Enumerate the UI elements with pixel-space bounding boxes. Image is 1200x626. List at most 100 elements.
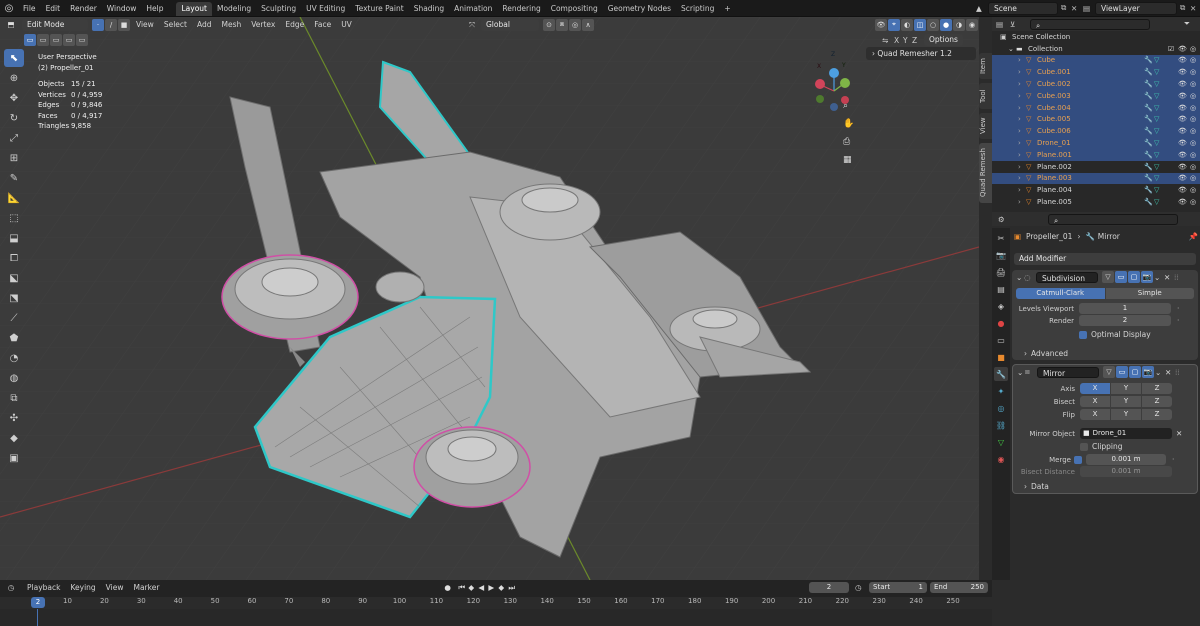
menu-edge[interactable]: Edge (280, 20, 309, 29)
spin-tool-icon[interactable]: ◔ (4, 349, 24, 367)
modifier-menu-chevron-icon[interactable]: ⌄ (1155, 368, 1165, 377)
physics-props-icon[interactable]: ◎ (994, 401, 1008, 415)
end-frame-field[interactable]: End 250 (930, 582, 988, 593)
render-camera-icon[interactable]: ◎ (1189, 68, 1197, 76)
edit-mode-toggle-icon[interactable]: ▽ (1102, 271, 1114, 283)
quad-remesher-panel[interactable]: › Quad Remesher 1.2 (866, 47, 976, 60)
mirror-z-toggle[interactable]: Z (912, 36, 924, 45)
expand-arrow-icon[interactable]: › (1018, 127, 1026, 135)
material-props-icon[interactable]: ◉ (994, 452, 1008, 466)
start-frame-field[interactable]: Start 1 (869, 582, 927, 593)
menu-mesh[interactable]: Mesh (216, 20, 246, 29)
optimal-display-checkbox[interactable] (1079, 330, 1087, 339)
tab-item[interactable]: Item (979, 53, 992, 79)
shrink-fatten-tool-icon[interactable]: ✣ (4, 409, 24, 427)
outliner-object-row[interactable]: › ▽ Cube.002 🔧 ▽ 👁 ◎ (992, 78, 1200, 90)
select-tool-icon[interactable]: ⬉ (4, 49, 24, 67)
tab-quad-remesh[interactable]: Quad Remesh (979, 143, 992, 203)
cage-toggle-icon[interactable]: ▭ (1115, 271, 1127, 283)
hide-eye-icon[interactable]: 👁 (1178, 151, 1187, 159)
merge-distance-field[interactable]: 0.001 m (1086, 454, 1166, 465)
shading-solid-icon[interactable]: ● (940, 18, 952, 31)
workspace-tab-geometry-nodes[interactable]: Geometry Nodes (603, 2, 676, 16)
menu-keying[interactable]: Keying (65, 583, 100, 592)
snap-icon[interactable]: ⧈ (556, 18, 568, 31)
render-camera-icon[interactable]: ◎ (1189, 104, 1197, 112)
cursor-tool-icon[interactable]: ⊕ (4, 69, 24, 87)
current-frame-indicator[interactable]: 2 (31, 597, 45, 608)
edge-slide-tool-icon[interactable]: ⧉ (4, 389, 24, 407)
axis-x-toggle[interactable]: X (1080, 383, 1110, 394)
options-dropdown[interactable]: Options (924, 34, 963, 46)
merge-checkbox[interactable] (1074, 455, 1082, 464)
menu-select[interactable]: Select (159, 20, 192, 29)
smooth-tool-icon[interactable]: ◍ (4, 369, 24, 387)
orientation-dropdown[interactable]: Global (481, 18, 539, 31)
xray-icon[interactable]: ◫ (914, 18, 926, 31)
annotate-tool-icon[interactable]: ✎ (4, 169, 24, 187)
hide-eye-icon[interactable]: 👁 (1178, 127, 1187, 135)
menu-file[interactable]: File (18, 0, 41, 17)
collection-row[interactable]: ⌄ ▬ Collection ☑ 👁 ◎ (992, 43, 1200, 55)
transform-tool-icon[interactable]: ⊞ (4, 149, 24, 167)
viewport-toggle-icon[interactable]: ▢ (1128, 271, 1140, 283)
viewport-toggle-icon[interactable]: ▢ (1129, 366, 1141, 378)
outliner-filter-icon[interactable]: ⊻ (1010, 20, 1030, 29)
workspace-tab-texture-paint[interactable]: Texture Paint (350, 2, 408, 16)
expand-arrow-icon[interactable]: › (1018, 174, 1026, 182)
constraints-props-icon[interactable]: ⛓ (994, 418, 1008, 432)
bisect-z-toggle[interactable]: Z (1142, 396, 1172, 407)
outliner-object-row[interactable]: › ▽ Cube.005 🔧 ▽ 👁 ◎ (992, 113, 1200, 126)
render-levels-field[interactable]: 2 (1079, 315, 1171, 326)
axis-y-toggle[interactable]: Y (1111, 383, 1141, 394)
outliner-object-row[interactable]: › ▽ Cube 🔧 ▽ 👁 ◎ (992, 54, 1200, 67)
hide-eye-icon[interactable]: 👁 (1178, 80, 1187, 88)
expand-arrow-icon[interactable]: › (1018, 139, 1026, 147)
workspace-tab-scripting[interactable]: Scripting (676, 2, 719, 16)
select-subtract-icon[interactable]: ▭ (50, 34, 62, 46)
ortho-grid-icon[interactable]: ▦ (843, 155, 852, 165)
scale-tool-icon[interactable]: ⤢ (4, 129, 24, 147)
gizmo-y-label[interactable]: Y (842, 62, 846, 69)
cage-toggle-icon[interactable]: ▭ (1116, 366, 1128, 378)
poly-build-tool-icon[interactable]: ⬟ (4, 329, 24, 347)
shading-material-icon[interactable]: ◑ (953, 18, 965, 31)
camera-view-icon[interactable]: ⎙ (843, 137, 850, 147)
pivot-icon[interactable]: ⊙ (543, 18, 555, 31)
collapse-chevron-icon[interactable]: ⌄ (1017, 368, 1025, 377)
add-workspace-button[interactable]: + (719, 2, 735, 16)
keyframe-dot-icon[interactable]: · (1177, 304, 1179, 313)
view-layer-props-icon[interactable]: ▤ (994, 282, 1008, 296)
levels-viewport-field[interactable]: 1 (1079, 303, 1171, 314)
drag-handle-icon[interactable]: ⁞⁞ (1175, 368, 1180, 377)
outliner-funnel-icon[interactable]: ⏷ (1184, 19, 1200, 29)
rotate-tool-icon[interactable]: ↻ (4, 109, 24, 127)
face-select-icon[interactable]: ■ (118, 18, 130, 31)
scene-collection-row[interactable]: ▣ Scene Collection (992, 31, 1200, 43)
jump-end-icon[interactable]: ⏭ (508, 583, 518, 593)
gizmo-z-label[interactable]: Z (831, 51, 835, 58)
hide-eye-icon[interactable]: 👁 (1178, 104, 1187, 112)
outliner-editor-icon[interactable]: ▤ (996, 20, 1010, 29)
keyframe-dot-icon[interactable]: · (1177, 316, 1179, 325)
clock-icon[interactable]: ◷ (855, 583, 869, 592)
bisect-y-toggle[interactable]: Y (1111, 396, 1141, 407)
keyframe-dot-icon[interactable]: · (1172, 455, 1174, 464)
next-key-icon[interactable]: ◆ (498, 583, 508, 592)
outliner-object-row[interactable]: › ▽ Plane.003 🔧 ▽ 👁 ◎ (992, 172, 1200, 185)
workspace-tab-layout[interactable]: Layout (176, 2, 212, 16)
prev-key-icon[interactable]: ◆ (468, 583, 478, 592)
expand-arrow-icon[interactable]: › (1018, 104, 1026, 112)
axis-z-toggle[interactable]: Z (1142, 383, 1172, 394)
remove-modifier-icon[interactable]: ✕ (1165, 368, 1175, 377)
bisect-x-toggle[interactable]: X (1080, 396, 1110, 407)
outliner-object-row[interactable]: › ▽ Plane.005 🔧 ▽ 👁 ◎ (992, 196, 1200, 208)
add-cube-tool-icon[interactable]: ⬚ (4, 209, 24, 227)
render-toggle-icon[interactable]: 📷 (1141, 271, 1153, 283)
edge-select-icon[interactable]: / (105, 18, 117, 31)
clipping-checkbox[interactable] (1080, 442, 1088, 451)
hide-eye-icon[interactable]: 👁 (1178, 163, 1187, 171)
record-icon[interactable]: ● (444, 583, 458, 592)
render-camera-icon[interactable]: ◎ (1189, 198, 1197, 206)
close-view-layer-icon[interactable]: ✕ (1190, 4, 1200, 13)
